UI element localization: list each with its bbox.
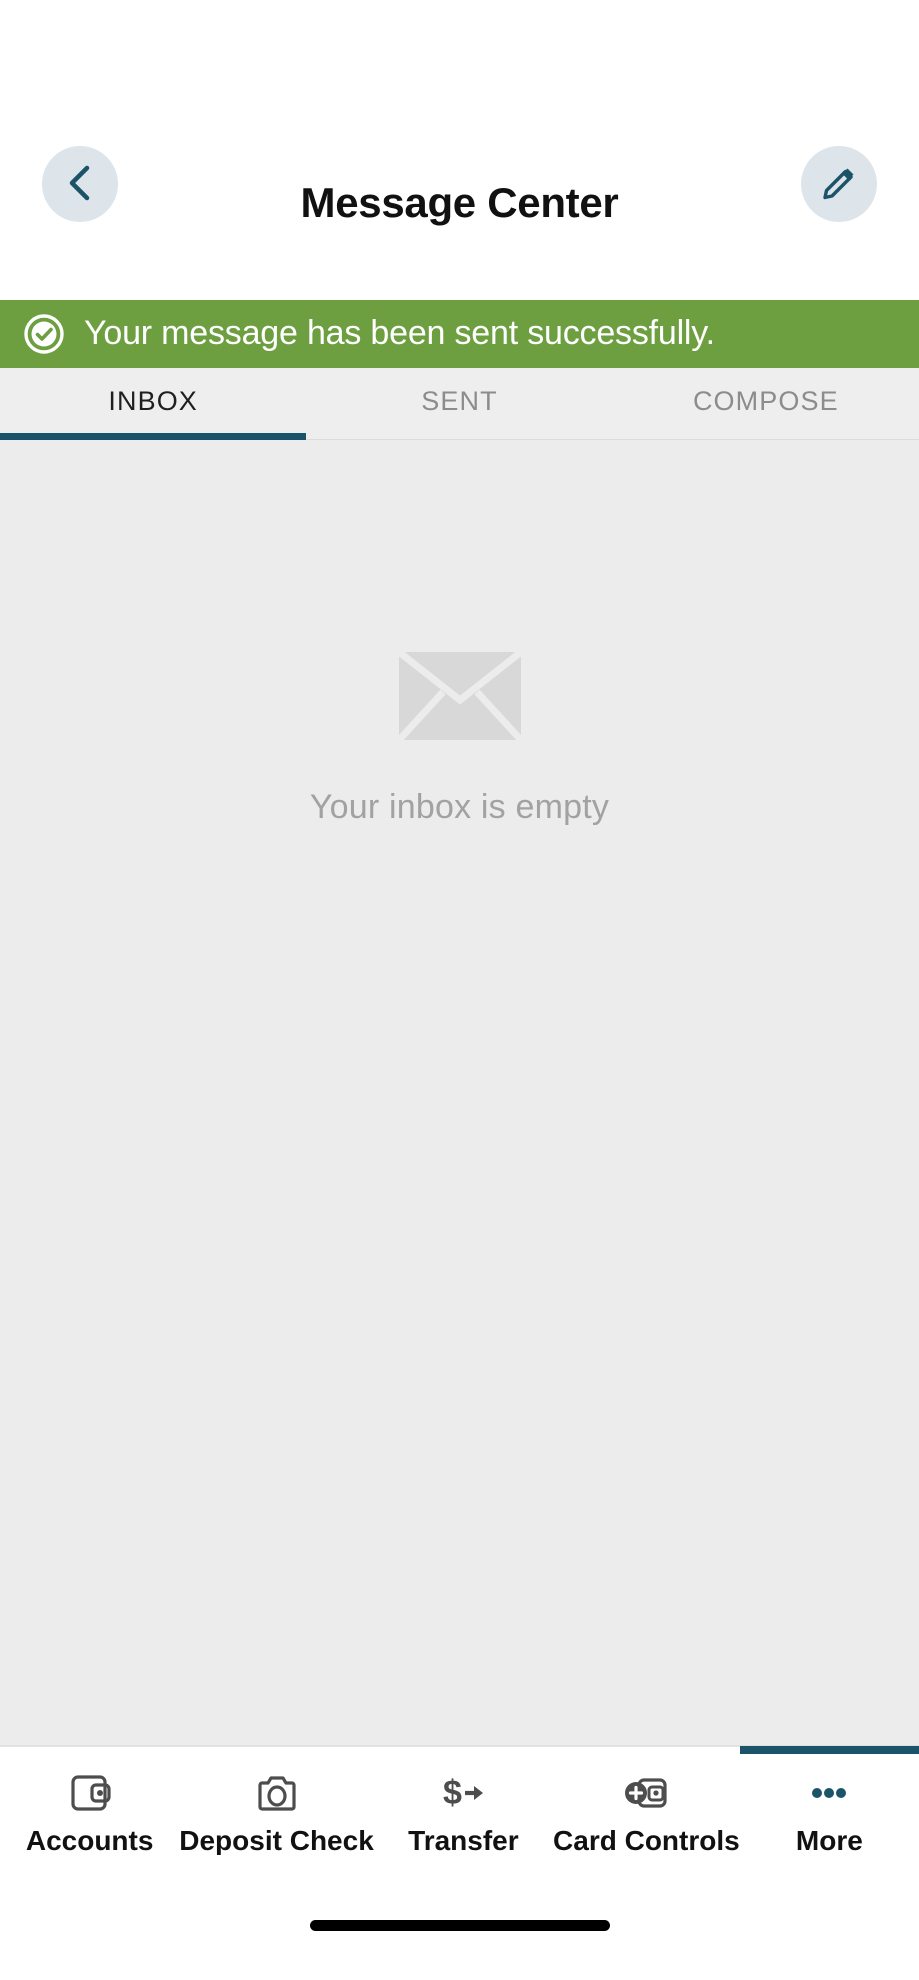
nav-item-more[interactable]: More [739, 1746, 919, 1870]
tab-inbox[interactable]: INBOX [0, 368, 307, 440]
tab-sent-label: SENT [421, 386, 498, 416]
nav-item-accounts-label: Accounts [25, 1827, 154, 1855]
nav-indicator-active [739, 1746, 919, 1754]
pencil-icon [819, 163, 859, 206]
compose-button[interactable] [801, 146, 877, 222]
empty-state: Your inbox is empty [0, 649, 919, 827]
nav-item-card-controls[interactable]: Card Controls [553, 1747, 740, 1870]
dollar-arrow-icon: $ [439, 1771, 487, 1815]
bottom-navigation: Accounts Deposit Check $ Transfer Card C… [0, 1746, 919, 1870]
inbox-content: Your inbox is empty [0, 440, 919, 1746]
nav-label-clip: More [740, 1827, 919, 1855]
nav-item-accounts[interactable]: Accounts [0, 1747, 179, 1870]
page-header: Message Center [0, 110, 919, 300]
envelope-icon [395, 649, 524, 743]
tab-compose[interactable]: COMPOSE [613, 368, 919, 439]
chevron-left-icon [63, 163, 97, 206]
ellipsis-icon [805, 1771, 853, 1815]
back-button[interactable] [42, 146, 118, 222]
tab-compose-label: COMPOSE [692, 386, 839, 416]
page-title: Message Center [300, 179, 619, 226]
nav-label-clip: Deposit Check [179, 1827, 374, 1855]
home-indicator[interactable] [309, 1919, 610, 1931]
nav-label-clip: Card Controls [553, 1827, 740, 1855]
nav-item-transfer[interactable]: $ Transfer [374, 1747, 553, 1870]
nav-item-more-label: More [795, 1827, 863, 1855]
tab-bar: INBOX SENT COMPOSE [0, 368, 919, 440]
success-banner-text: Your message has been sent successfully. [84, 314, 715, 353]
wallet-icon [66, 1771, 114, 1815]
success-banner: Your message has been sent successfully. [0, 300, 919, 368]
app-screen: Message Center Your message has been sen… [0, 0, 919, 1980]
tab-inbox-label: INBOX [108, 386, 198, 416]
nav-indicator [179, 1746, 374, 1754]
nav-item-card-controls-label: Card Controls [553, 1827, 740, 1855]
nav-item-transfer-label: Transfer [408, 1827, 519, 1855]
check-circle-icon [22, 312, 66, 356]
home-indicator-area [0, 1870, 919, 1980]
status-bar-spacer [0, 0, 919, 110]
nav-item-deposit-check[interactable]: Deposit Check [179, 1747, 374, 1870]
camera-icon [253, 1771, 301, 1815]
nav-indicator [0, 1746, 179, 1754]
empty-state-text: Your inbox is empty [309, 788, 610, 826]
nav-label-clip: Transfer [374, 1827, 553, 1855]
nav-label-clip: Accounts [0, 1827, 179, 1855]
nav-indicator [374, 1746, 553, 1754]
nav-item-deposit-check-label: Deposit Check [179, 1827, 374, 1855]
tab-sent[interactable]: SENT [306, 368, 612, 439]
svg-text:$: $ [443, 1774, 462, 1812]
card-plus-icon [622, 1771, 670, 1815]
nav-indicator [553, 1746, 740, 1754]
